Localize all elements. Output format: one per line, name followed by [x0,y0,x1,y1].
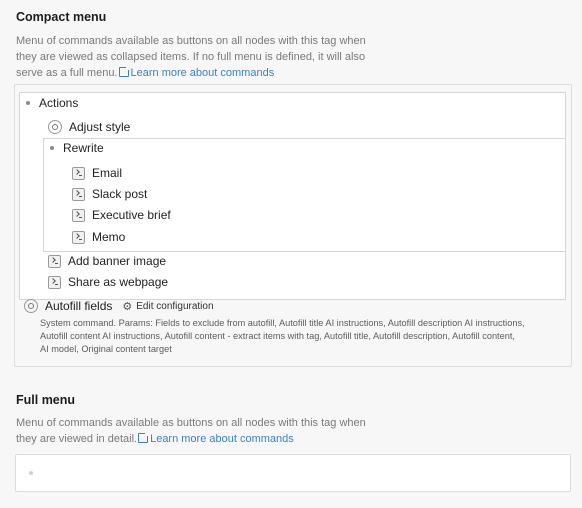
command-icon [72,166,85,180]
params-line-1: System command. Params: Fields to exclud… [40,318,525,328]
add-banner-label: Add banner image [68,254,167,268]
autofill-label: Autofill fields [45,299,113,313]
adjust-style-icon [48,120,62,134]
executive-brief-label: Executive brief [92,208,171,222]
tree-item-share-webpage[interactable]: Share as webpage [48,273,168,291]
system-command-params: System command. Params: Fields to exclud… [40,317,565,356]
command-icon [48,254,61,268]
tree-item-add-banner-image[interactable]: Add banner image [48,252,166,270]
params-line-2: Autofill content AI instructions, Autofi… [40,331,515,341]
compact-desc-line-3-text: serve as a full menu. [16,67,118,79]
gear-icon: ⚙ [122,300,133,313]
command-icon [72,230,85,244]
full-desc-line-2-text: they are viewed in detail. [16,433,138,445]
compact-menu-description: Menu of commands available as buttons on… [16,33,386,81]
bullet-icon [26,101,30,105]
adjust-style-label: Adjust style [69,120,131,134]
email-label: Email [92,166,123,180]
command-icon [48,275,61,289]
slack-post-label: Slack post [92,187,148,201]
learn-more-commands-link-full[interactable]: Learn more about commands [150,433,294,445]
params-line-3: AI model, Original content target [40,344,172,354]
tree-item-actions[interactable]: Actions [26,94,78,112]
compact-desc-line-2: they are viewed as collapsed items. If n… [16,51,366,63]
tree-item-executive-brief[interactable]: Executive brief [72,206,171,224]
compact-menu-title: Compact menu [16,10,107,24]
compact-desc-line-3: serve as a full menu. Learn more about co… [16,65,386,81]
full-menu-description: Menu of commands available as buttons on… [16,415,386,447]
memo-label: Memo [92,230,126,244]
external-link-icon [118,66,130,77]
compact-menu-section: Compact menu Menu of commands available … [16,10,571,81]
tree-item-email[interactable]: Email [72,164,122,182]
command-icon [72,187,85,201]
tree-item-adjust-style[interactable]: Adjust style [48,118,130,136]
full-desc-line-2: they are viewed in detail. Learn more abo… [16,431,386,447]
actions-label: Actions [39,96,79,110]
full-desc-line-1: Menu of commands available as buttons on… [16,417,366,429]
full-menu-empty-list[interactable] [15,454,571,492]
tree-item-rewrite[interactable]: Rewrite [50,139,104,157]
edit-configuration-button[interactable]: Edit configuration [136,301,213,312]
tree-item-autofill-fields[interactable]: Autofill fields ⚙ Edit configuration [24,297,214,315]
learn-more-commands-link[interactable]: Learn more about commands [131,67,275,79]
command-icon [72,208,85,222]
tree-item-memo[interactable]: Memo [72,228,125,246]
full-menu-title: Full menu [16,393,76,407]
autofill-icon [24,299,38,313]
external-link-icon [138,432,150,443]
tree-item-slack-post[interactable]: Slack post [72,185,147,203]
compact-desc-line-1: Menu of commands available as buttons on… [16,35,366,47]
full-menu-section: Full menu Menu of commands available as … [16,393,571,447]
share-webpage-label: Share as webpage [68,275,169,289]
bullet-icon [29,471,33,475]
rewrite-label: Rewrite [63,141,104,155]
bullet-icon [50,146,54,150]
